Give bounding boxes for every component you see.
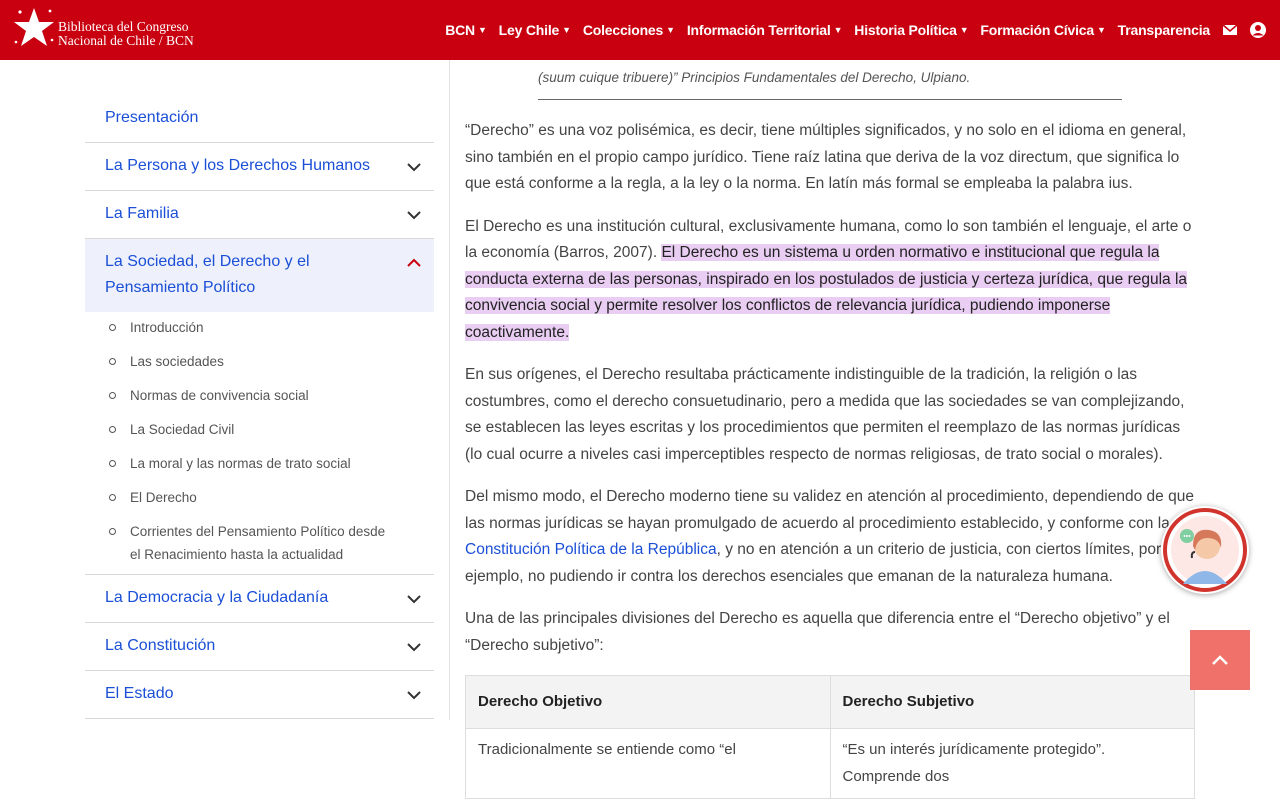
- caret-down-icon: ▼: [959, 25, 969, 35]
- nav-label: Información Territorial: [686, 22, 831, 38]
- sidebar-item-label: La Democracia y la Ciudadanía: [105, 589, 329, 606]
- chevron-down-icon[interactable]: [406, 687, 422, 703]
- logo-line-2: Nacional de Chile / BCN: [58, 33, 194, 48]
- caret-down-icon: ▼: [666, 25, 675, 35]
- derecho-comparison-table: Derecho Objetivo Derecho Subjetivo Tradi…: [465, 675, 1195, 799]
- nav-label: Transparencia: [1117, 22, 1211, 38]
- virtual-assistant-icon: [1163, 508, 1247, 592]
- submenu-item-las-sociedades[interactable]: Las sociedades: [85, 350, 434, 373]
- caret-down-icon: ▼: [1096, 25, 1106, 35]
- user-circle-icon[interactable]: [1249, 21, 1267, 39]
- sidebar-item-democracia[interactable]: La Democracia y la Ciudadanía: [85, 575, 434, 623]
- paragraph-derecho-moderno: Del mismo modo, el Derecho moderno tiene…: [465, 484, 1195, 590]
- submenu-item-el-derecho[interactable]: El Derecho: [85, 486, 434, 509]
- submenu-item-introduccion[interactable]: Introducción: [85, 316, 434, 339]
- constitucion-link[interactable]: Constitución Política de la República: [465, 541, 717, 558]
- article-content: (suum cuique tribuere)” Principios Funda…: [465, 44, 1195, 799]
- submenu-item-corrientes-pensamiento[interactable]: Corrientes del Pensamiento Político desd…: [85, 520, 395, 566]
- chevron-up-icon: [1212, 655, 1228, 665]
- submenu-item-normas-convivencia[interactable]: Normas de convivencia social: [85, 384, 434, 407]
- sidebar-item-label: La Persona y los Derechos Humanos: [105, 157, 371, 174]
- table-header-row: Derecho Objetivo Derecho Subjetivo: [465, 675, 1195, 729]
- nav-item-formacion-civica[interactable]: Formación Cívica ▼: [980, 22, 1105, 38]
- sidebar-item-label: Presentación: [105, 109, 199, 126]
- nav-item-ley-chile[interactable]: Ley Chile ▼: [499, 22, 571, 38]
- envelope-icon[interactable]: [1221, 21, 1239, 39]
- column-header: Derecho Subjetivo: [829, 675, 1195, 729]
- chevron-down-icon[interactable]: [406, 159, 422, 175]
- sidebar-item-familia[interactable]: La Familia: [85, 191, 434, 239]
- submenu-item-moral-normas[interactable]: La moral y las normas de trato social: [85, 452, 434, 475]
- logo-line-1: Biblioteca del Congreso: [58, 19, 189, 34]
- sidebar-submenu: Introducción Las sociedades Normas de co…: [85, 312, 434, 575]
- virtual-assistant-button[interactable]: [1161, 506, 1249, 594]
- caret-down-icon: ▼: [562, 25, 571, 35]
- logo-text: Biblioteca del Congreso Nacional de Chil…: [58, 20, 194, 48]
- nav-label: Ley Chile: [498, 22, 560, 38]
- sidebar-item-estado[interactable]: El Estado: [85, 671, 434, 719]
- bcn-logo[interactable]: Biblioteca del Congreso Nacional de Chil…: [12, 6, 212, 54]
- sidebar-item-presentacion[interactable]: Presentación: [85, 95, 434, 143]
- sidebar-item-label: La Sociedad, el Derecho y el Pensamiento…: [105, 253, 310, 296]
- sidebar-menu: Presentación La Persona y los Derechos H…: [85, 95, 434, 719]
- star-logo-icon: [14, 8, 54, 46]
- chevron-down-icon[interactable]: [406, 207, 422, 223]
- sidebar-item-sociedad-derecho[interactable]: La Sociedad, el Derecho y el Pensamiento…: [85, 239, 434, 312]
- nav-item-bcn[interactable]: BCN ▼: [445, 22, 487, 38]
- caret-down-icon: ▼: [833, 25, 843, 35]
- column-divider: [449, 60, 450, 720]
- sidebar-item-constitucion[interactable]: La Constitución: [85, 623, 434, 671]
- table-cell: Tradicionalmente se entiende como “el: [465, 728, 831, 799]
- nav-item-transparencia[interactable]: Transparencia: [1117, 22, 1211, 38]
- caret-down-icon: ▼: [477, 25, 487, 35]
- paragraph-divisiones: Una de las principales divisiones del De…: [465, 610, 1170, 654]
- nav-label: Formación Cívica: [980, 22, 1094, 38]
- sidebar-item-persona-derechos-humanos[interactable]: La Persona y los Derechos Humanos: [85, 143, 434, 191]
- nav-label: Colecciones: [582, 22, 664, 38]
- epigraph-quote: (suum cuique tribuere)” Principios Funda…: [538, 44, 1122, 100]
- column-header: Derecho Objetivo: [465, 675, 831, 729]
- nav-item-historia-politica[interactable]: Historia Política ▼: [854, 22, 968, 38]
- nav-item-informacion-territorial[interactable]: Información Territorial ▼: [686, 22, 843, 38]
- paragraph-derecho-polisemica: “Derecho” es una voz polisémica, es deci…: [465, 122, 1187, 192]
- chevron-up-icon[interactable]: [406, 255, 422, 271]
- sidebar-item-label: La Constitución: [105, 637, 216, 654]
- submenu-item-sociedad-civil[interactable]: La Sociedad Civil: [85, 418, 434, 441]
- chevron-down-icon[interactable]: [406, 591, 422, 607]
- nav-item-colecciones[interactable]: Colecciones ▼: [583, 22, 675, 38]
- sidebar-item-label: La Familia: [105, 205, 179, 222]
- table-row: Tradicionalmente se entiende como “el “E…: [465, 728, 1195, 799]
- paragraph-institucion-cultural: El Derecho es una institución cultural, …: [465, 214, 1195, 347]
- back-to-top-button[interactable]: [1190, 630, 1250, 690]
- nav-label: BCN: [445, 22, 475, 38]
- chevron-down-icon[interactable]: [406, 639, 422, 655]
- sidebar-item-label: El Estado: [105, 685, 174, 702]
- paragraph-origenes: En sus orígenes, el Derecho resultaba pr…: [465, 366, 1185, 463]
- table-cell: “Es un interés jurídicamente protegido”.…: [829, 728, 1195, 799]
- nav-label: Historia Política: [854, 22, 957, 38]
- paragraph-text: Del mismo modo, el Derecho moderno tiene…: [465, 488, 1194, 532]
- quote-attribution: (suum cuique tribuere)” Principios Funda…: [538, 70, 971, 85]
